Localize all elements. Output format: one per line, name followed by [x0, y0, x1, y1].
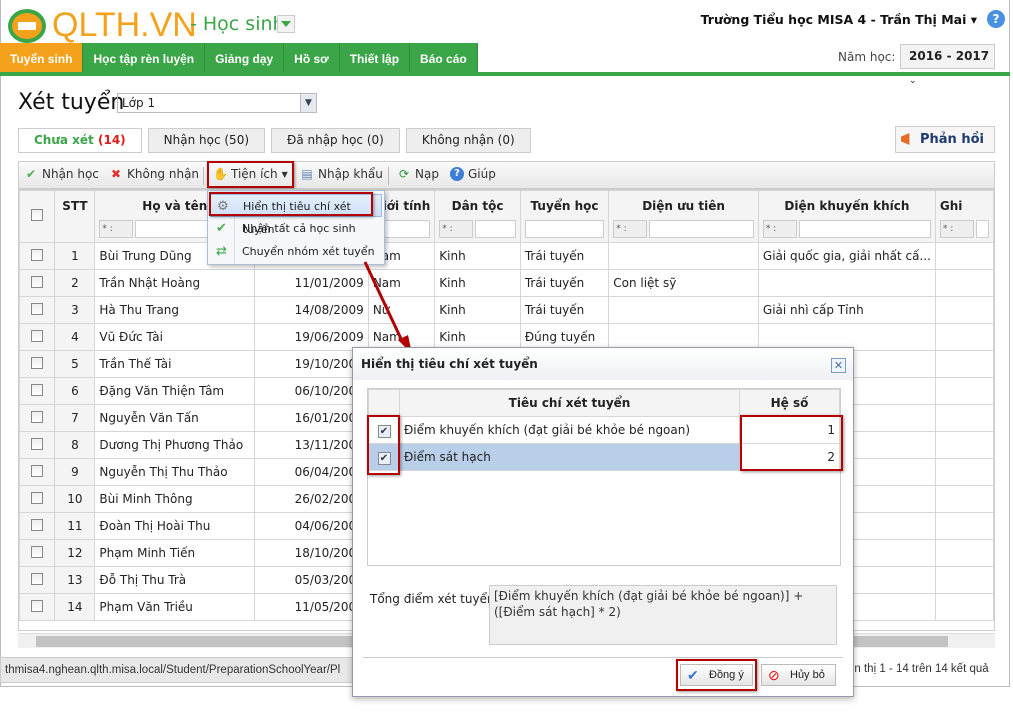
col-criteria: Tiêu chí xét tuyển	[399, 389, 740, 417]
cancel-button[interactable]: ⊘ Hủy bỏ	[761, 664, 836, 686]
cancel-label: Hủy bỏ	[790, 669, 825, 681]
close-icon[interactable]: ✕	[831, 358, 846, 373]
highlight-box	[676, 659, 757, 691]
col-check	[368, 389, 400, 417]
criteria-name: Điểm sát hạch	[399, 443, 740, 471]
formula-box: [Điểm khuyến khích (đạt giải bé khỏe bé …	[489, 585, 837, 645]
col-coef: Hệ số	[739, 389, 840, 417]
dialog-title-text: Hiển thị tiêu chí xét tuyển	[361, 357, 538, 371]
criteria-name: Điểm khuyến khích (đạt giải bé khỏe bé n…	[399, 416, 740, 444]
arrow-line	[363, 261, 405, 344]
criteria-dialog: Hiển thị tiêu chí xét tuyển ✕ Tiêu chí x…	[352, 347, 854, 697]
highlight-box	[740, 415, 843, 471]
dialog-title: Hiển thị tiêu chí xét tuyển	[353, 348, 853, 380]
highlight-box	[367, 415, 400, 475]
header-row: Tiêu chí xét tuyển Hệ số	[368, 389, 840, 417]
divider	[363, 657, 843, 658]
forbidden-icon: ⊘	[768, 667, 780, 683]
formula-label: Tổng điểm xét tuyển	[370, 592, 495, 606]
